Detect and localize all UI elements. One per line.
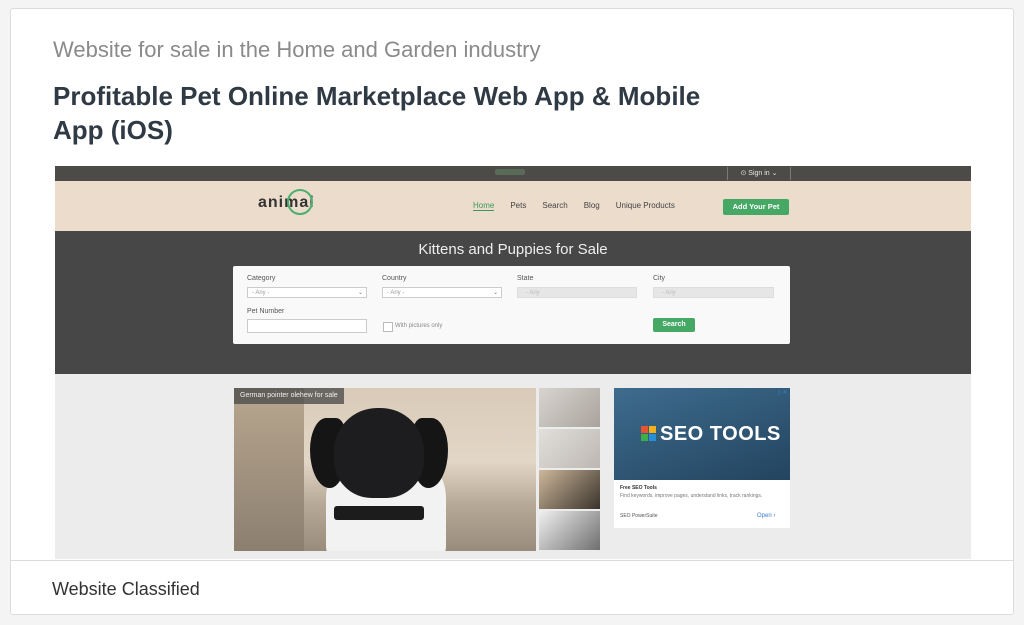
logo-ring-icon — [287, 189, 313, 215]
preview-advertisement: SEO TOOLS ▷✕ Free SEO Tools Find keyword… — [614, 388, 790, 528]
preview-nav-blog: Blog — [583, 201, 600, 210]
ad-brand: SEO PowerSuite — [620, 513, 658, 519]
preview-signin-button: ⊙ Sign in ⌄ — [727, 167, 791, 180]
ad-title: Free SEO Tools — [620, 485, 657, 491]
preview-nav-pets: Pets — [510, 201, 527, 210]
category-select-value: - Any - — [252, 290, 270, 296]
pet-number-input — [247, 319, 367, 333]
category-label: Category — [247, 275, 276, 282]
preview-nav-unique-products: Unique Products — [615, 201, 675, 210]
thumbnail — [539, 429, 600, 468]
logo-grid-icon — [641, 434, 648, 441]
preview-search-button: Search — [653, 318, 695, 332]
photo-background — [234, 388, 304, 551]
pet-number-label: Pet Number — [247, 308, 285, 315]
photo-thumbnails — [539, 388, 600, 551]
preview-nav-menu: Home Pets Search Blog Unique Products — [473, 201, 675, 211]
dog-harness — [334, 506, 424, 520]
dog-head — [334, 408, 424, 498]
preview-topbar-link — [495, 169, 525, 175]
listing-type-label: Website Classified — [52, 579, 200, 599]
thumbnail — [539, 470, 600, 509]
listing-card: Website for sale in the Home and Garden … — [10, 8, 1014, 615]
thumbnail — [539, 511, 600, 550]
city-label: City — [653, 275, 666, 282]
preview-search-form: Category - Any - ⌄ Country - Any - ⌄ Sta… — [233, 266, 790, 344]
country-select: - Any - ⌄ — [382, 287, 502, 298]
state-select: - Any — [517, 287, 637, 298]
pictures-only-checkbox — [383, 322, 393, 332]
country-label: Country — [382, 275, 407, 282]
preview-topbar: ⊙ Sign in ⌄ — [55, 166, 971, 181]
preview-add-your-pet-button: Add Your Pet — [723, 199, 789, 215]
photo-caption: German pointer olehew for sale — [234, 388, 344, 404]
listing-footer: Website Classified — [11, 560, 1013, 614]
ad-description: Find keywords, improve pages, understand… — [620, 493, 763, 499]
thumbnail — [539, 388, 600, 427]
preview-hero-heading: Kittens and Puppies for Sale — [418, 241, 608, 258]
pictures-only-label: With pictures only — [395, 323, 443, 329]
ad-headline: SEO TOOLS — [660, 423, 781, 445]
chevron-down-icon: ⌄ — [492, 290, 498, 296]
state-label: State — [517, 275, 534, 282]
website-preview-screenshot[interactable]: ⊙ Sign in ⌄ animal Home Pets Search Blog… — [55, 166, 971, 559]
ad-close-icon: ▷✕ — [778, 390, 788, 396]
preview-hero: Kittens and Puppies for Sale Category - … — [55, 231, 971, 374]
preview-nav-search: Search — [542, 201, 568, 210]
logo-grid-icon — [641, 426, 648, 433]
ad-open-link: Open › — [757, 513, 776, 519]
logo-grid-icon — [649, 434, 656, 441]
country-select-value: - Any - — [387, 290, 405, 296]
listing-title[interactable]: Profitable Pet Online Marketplace Web Ap… — [53, 79, 753, 147]
preview-navbar: animal Home Pets Search Blog Unique Prod… — [55, 181, 971, 231]
logo-grid-icon — [649, 426, 656, 433]
preview-nav-home: Home — [473, 201, 495, 211]
city-select: - Any — [653, 287, 774, 298]
pet-photo-main: German pointer olehew for sale — [234, 388, 536, 551]
chevron-down-icon: ⌄ — [357, 290, 363, 296]
listing-category-line: Website for sale in the Home and Garden … — [53, 37, 541, 62]
category-select: - Any - ⌄ — [247, 287, 367, 298]
ad-banner-image: SEO TOOLS ▷✕ — [614, 388, 790, 480]
